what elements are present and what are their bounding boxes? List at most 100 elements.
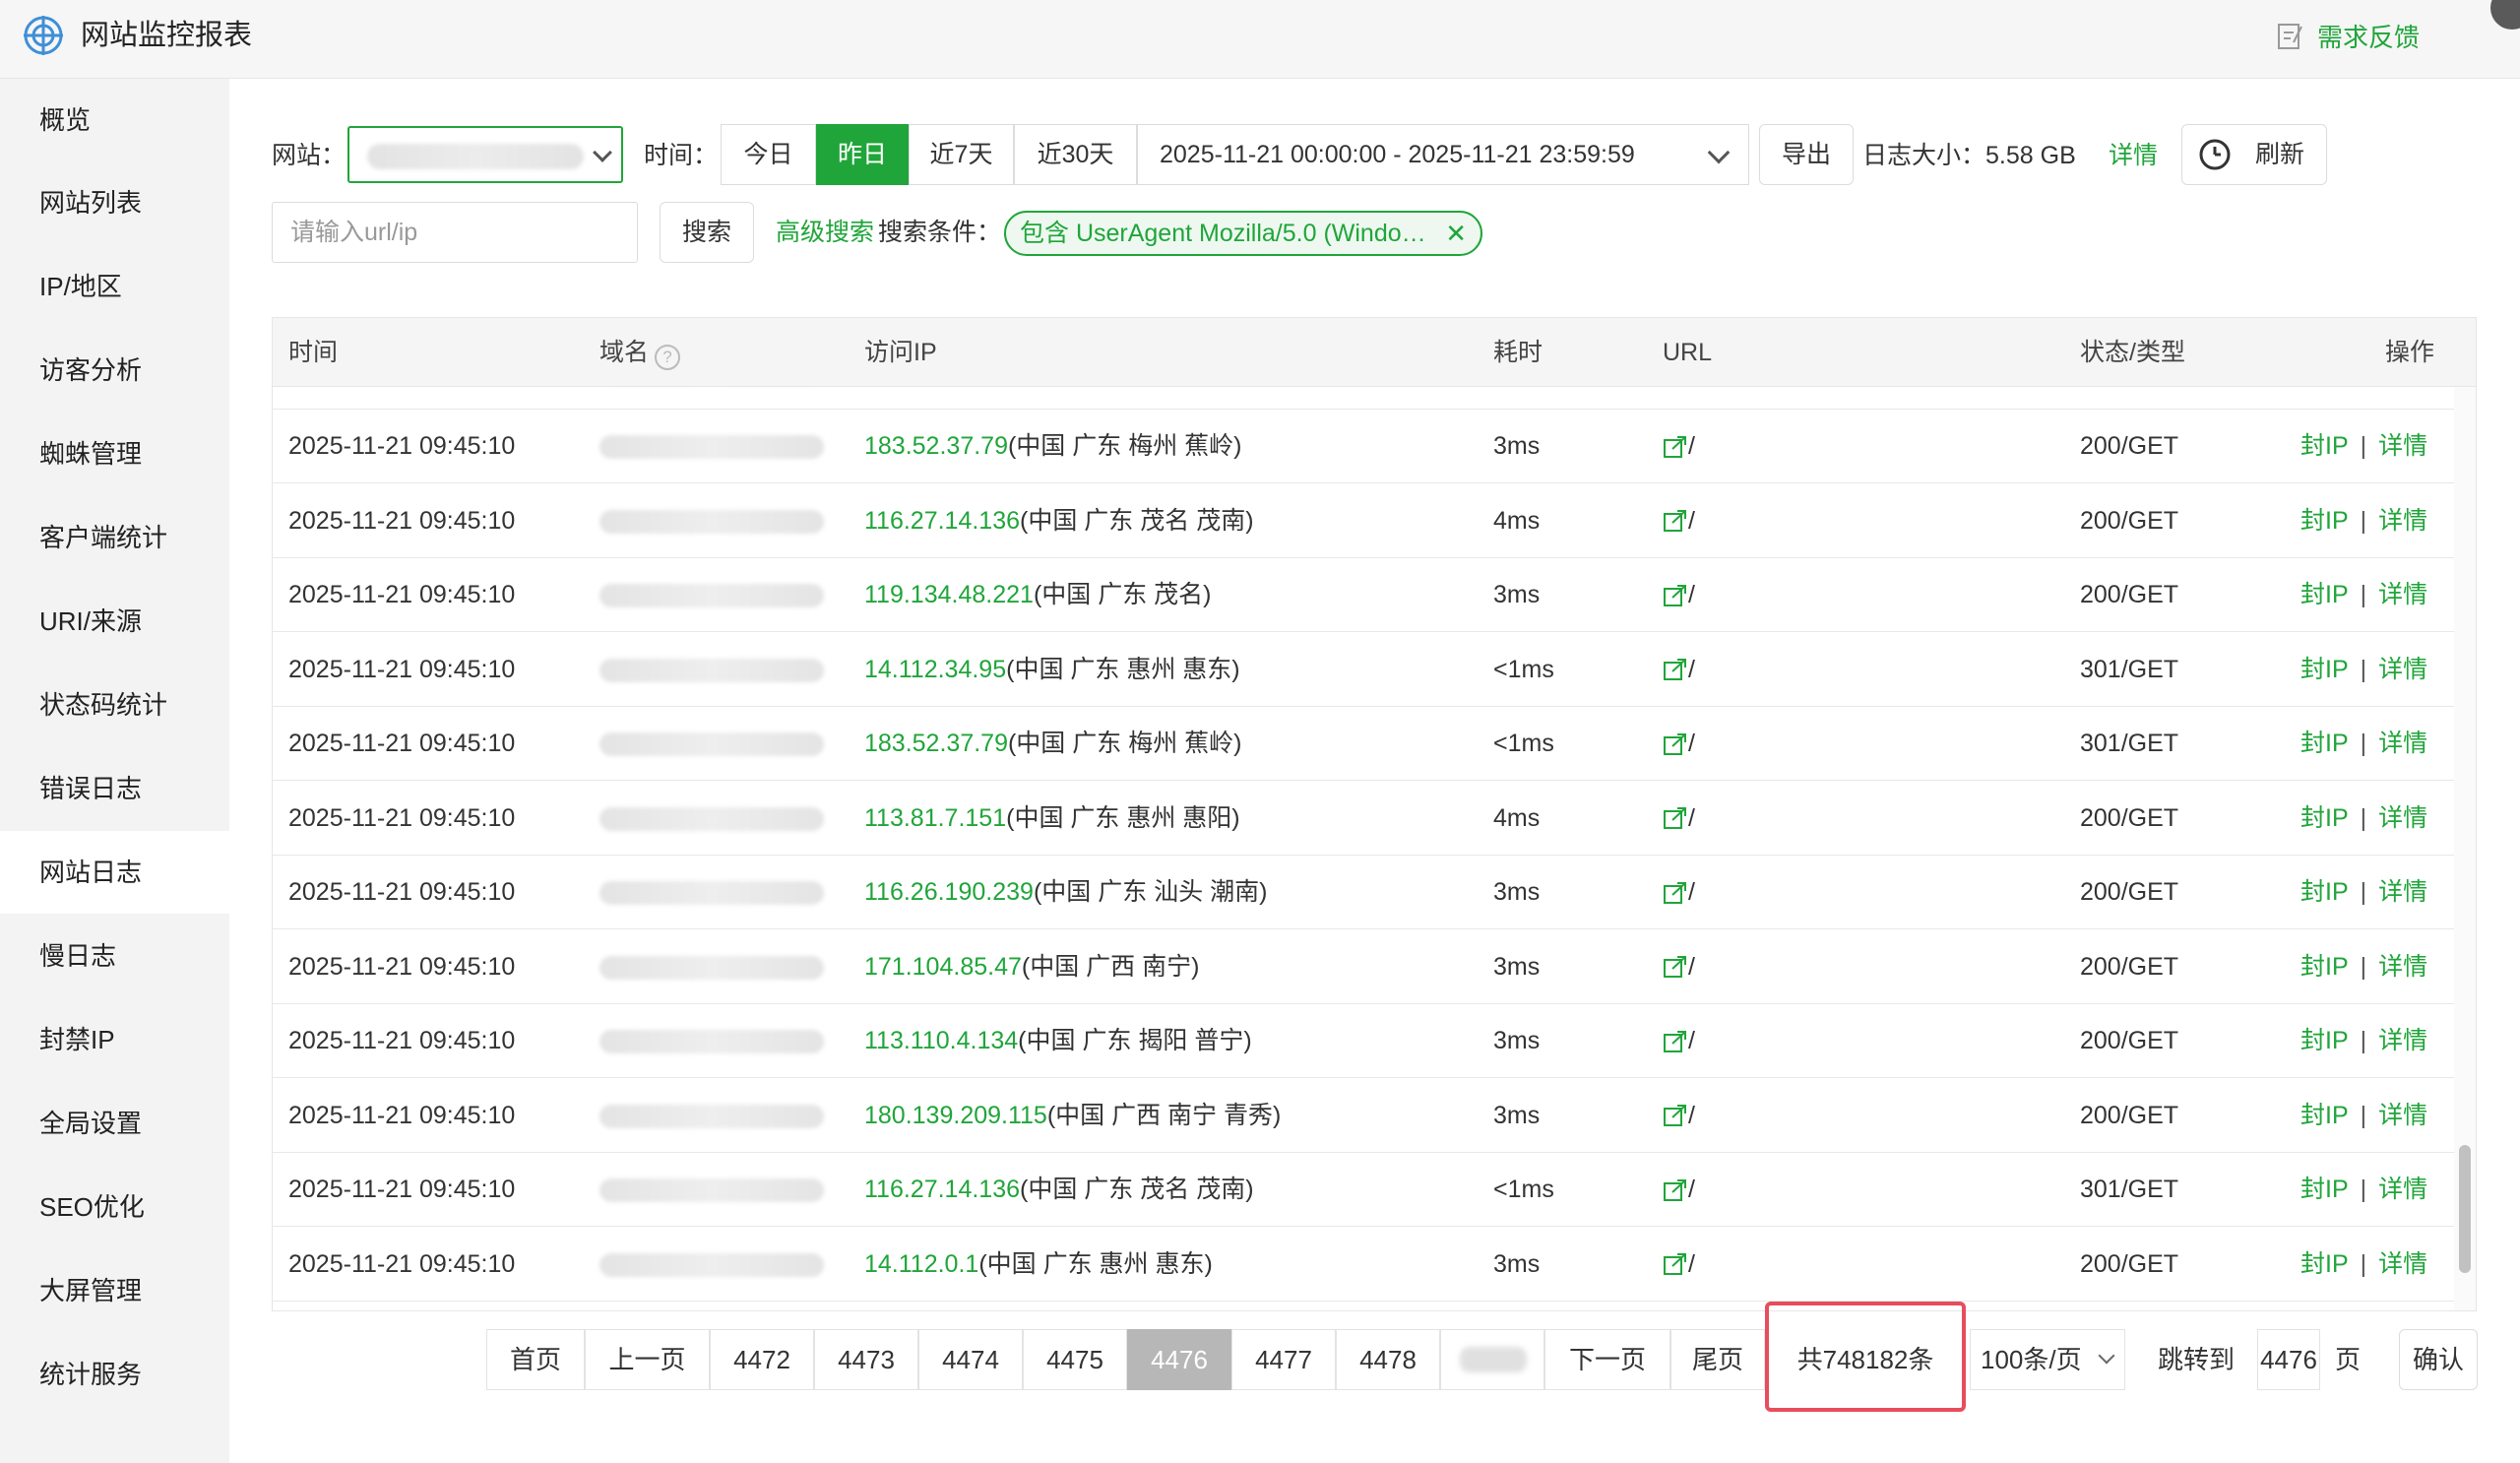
url-path[interactable]: / — [1688, 484, 1695, 558]
cell-url[interactable]: / — [1663, 1079, 1695, 1153]
jump-page-input[interactable] — [2257, 1329, 2320, 1390]
sidebar-item-overview[interactable]: 概览 — [0, 79, 229, 161]
cell-url[interactable]: / — [1663, 387, 1695, 410]
cell-url[interactable]: / — [1663, 707, 1695, 781]
url-path[interactable]: / — [1688, 1004, 1695, 1078]
external-link-icon[interactable] — [1663, 1177, 1688, 1203]
ban-ip-link[interactable]: 封IP — [2300, 878, 2349, 906]
detail-link[interactable]: 详情 — [2378, 581, 2427, 608]
detail-link[interactable]: 详情 — [2378, 953, 2427, 981]
external-link-icon[interactable] — [1663, 1251, 1688, 1277]
refresh-button[interactable]: 刷新 — [2181, 124, 2327, 185]
cell-url[interactable]: / — [1663, 856, 1695, 929]
url-path[interactable]: / — [1688, 1153, 1695, 1227]
advanced-search-link[interactable]: 高级搜索 — [776, 203, 874, 262]
pager-page[interactable]: 4478 — [1336, 1329, 1440, 1390]
detail-link[interactable]: 详情 — [2378, 730, 2427, 757]
external-link-icon[interactable] — [1663, 1103, 1688, 1128]
search-input[interactable] — [272, 202, 638, 263]
url-path[interactable]: / — [1688, 410, 1695, 483]
sidebar-item-client-stats[interactable]: 客户端统计 — [0, 496, 229, 579]
url-path[interactable]: / — [1688, 707, 1695, 781]
pager-prev[interactable]: 上一页 — [585, 1329, 710, 1390]
ban-ip-link[interactable]: 封IP — [2300, 1176, 2349, 1203]
sidebar-item-big-screen[interactable]: 大屏管理 — [0, 1249, 229, 1332]
detail-link[interactable]: 详情 — [2378, 432, 2427, 460]
url-path[interactable]: / — [1688, 633, 1695, 707]
ip-address[interactable]: 14.112.34.95 — [864, 656, 1006, 683]
ban-ip-link[interactable]: 封IP — [2300, 656, 2349, 683]
cell-url[interactable]: / — [1663, 782, 1695, 856]
external-link-icon[interactable] — [1663, 732, 1688, 757]
ban-ip-link[interactable]: 封IP — [2300, 1250, 2349, 1278]
pager-page[interactable]: 4472 — [710, 1329, 814, 1390]
time-option-7days[interactable]: 近7天 — [909, 124, 1014, 185]
pager-next[interactable]: 下一页 — [1544, 1329, 1670, 1390]
ip-address[interactable]: 116.26.190.239 — [864, 878, 1034, 906]
sidebar-item-global-settings[interactable]: 全局设置 — [0, 1082, 229, 1165]
pager-page[interactable]: 4474 — [918, 1329, 1023, 1390]
cell-url[interactable]: / — [1663, 484, 1695, 558]
sidebar-item-uri-source[interactable]: URI/来源 — [0, 580, 229, 663]
ban-ip-link[interactable]: 封IP — [2300, 432, 2349, 460]
time-option-today[interactable]: 今日 — [721, 124, 816, 185]
sidebar-item-slow-log[interactable]: 慢日志 — [0, 915, 229, 997]
ban-ip-link[interactable]: 封IP — [2300, 507, 2349, 535]
ip-address[interactable]: 119.134.48.221 — [864, 581, 1034, 608]
ip-address[interactable]: 113.81.7.151 — [864, 804, 1006, 832]
cell-url[interactable]: / — [1663, 1004, 1695, 1078]
sidebar-item-stats-service[interactable]: 统计服务 — [0, 1333, 229, 1416]
scrollbar-thumb[interactable] — [2459, 1145, 2471, 1273]
ip-address[interactable]: 14.112.0.1 — [864, 1250, 978, 1278]
cell-url[interactable]: / — [1663, 1228, 1695, 1302]
url-path[interactable]: / — [1688, 782, 1695, 856]
pager-page[interactable]: 4477 — [1231, 1329, 1336, 1390]
ip-address[interactable]: 183.52.37.79 — [864, 730, 1008, 757]
detail-link[interactable]: 详情 — [2378, 1027, 2427, 1054]
sidebar-item-visitor-analysis[interactable]: 访客分析 — [0, 329, 229, 412]
sidebar-item-banned-ip[interactable]: 封禁IP — [0, 998, 229, 1081]
ip-address[interactable]: 116.27.14.136 — [864, 1176, 1020, 1203]
url-path[interactable]: / — [1688, 387, 1695, 410]
detail-link[interactable]: 详情 — [2378, 507, 2427, 535]
detail-link[interactable]: 详情 — [2378, 656, 2427, 683]
cell-url[interactable]: / — [1663, 1153, 1695, 1227]
feedback-link[interactable]: 需求反馈 — [2276, 0, 2420, 71]
external-link-icon[interactable] — [1663, 954, 1688, 980]
ban-ip-link[interactable]: 封IP — [2300, 581, 2349, 608]
sidebar-item-status-code-stats[interactable]: 状态码统计 — [0, 664, 229, 746]
ban-ip-link[interactable]: 封IP — [2300, 730, 2349, 757]
external-link-icon[interactable] — [1663, 657, 1688, 682]
date-range-picker[interactable]: 2025-11-21 00:00:00 - 2025-11-21 23:59:5… — [1137, 124, 1749, 185]
external-link-icon[interactable] — [1663, 508, 1688, 534]
ban-ip-link[interactable]: 封IP — [2300, 1102, 2349, 1129]
export-button[interactable]: 导出 — [1759, 124, 1854, 185]
confirm-button[interactable]: 确认 — [2399, 1329, 2478, 1390]
log-size-details-link[interactable]: 详情 — [2109, 126, 2158, 185]
detail-link[interactable]: 详情 — [2378, 878, 2427, 906]
search-button[interactable]: 搜索 — [660, 202, 754, 263]
ip-address[interactable]: 183.52.37.79 — [864, 432, 1008, 460]
ban-ip-link[interactable]: 封IP — [2300, 953, 2349, 981]
time-option-yesterday[interactable]: 昨日 — [816, 124, 909, 185]
ip-address[interactable]: 171.104.85.47 — [864, 953, 1022, 981]
detail-link[interactable]: 详情 — [2378, 1102, 2427, 1129]
table-scrollbar[interactable] — [2454, 387, 2476, 1310]
url-path[interactable]: / — [1688, 1228, 1695, 1302]
sidebar-item-site-list[interactable]: 网站列表 — [0, 161, 229, 244]
pager-page[interactable]: 4473 — [814, 1329, 918, 1390]
url-path[interactable]: / — [1688, 1079, 1695, 1153]
ban-ip-link[interactable]: 封IP — [2300, 804, 2349, 832]
help-icon[interactable]: ? — [655, 345, 681, 370]
cell-url[interactable]: / — [1663, 633, 1695, 707]
url-path[interactable]: / — [1688, 930, 1695, 1004]
ip-address[interactable]: 116.27.14.136 — [864, 507, 1020, 535]
ip-address[interactable]: 180.139.209.115 — [864, 1102, 1047, 1129]
url-path[interactable]: / — [1688, 558, 1695, 632]
external-link-icon[interactable] — [1663, 805, 1688, 831]
external-link-icon[interactable] — [1663, 434, 1688, 460]
external-link-icon[interactable] — [1663, 1029, 1688, 1054]
remove-filter-icon[interactable]: ✕ — [1445, 213, 1467, 254]
pager-last[interactable]: 尾页 — [1670, 1329, 1765, 1390]
sidebar-item-seo[interactable]: SEO优化 — [0, 1166, 229, 1248]
